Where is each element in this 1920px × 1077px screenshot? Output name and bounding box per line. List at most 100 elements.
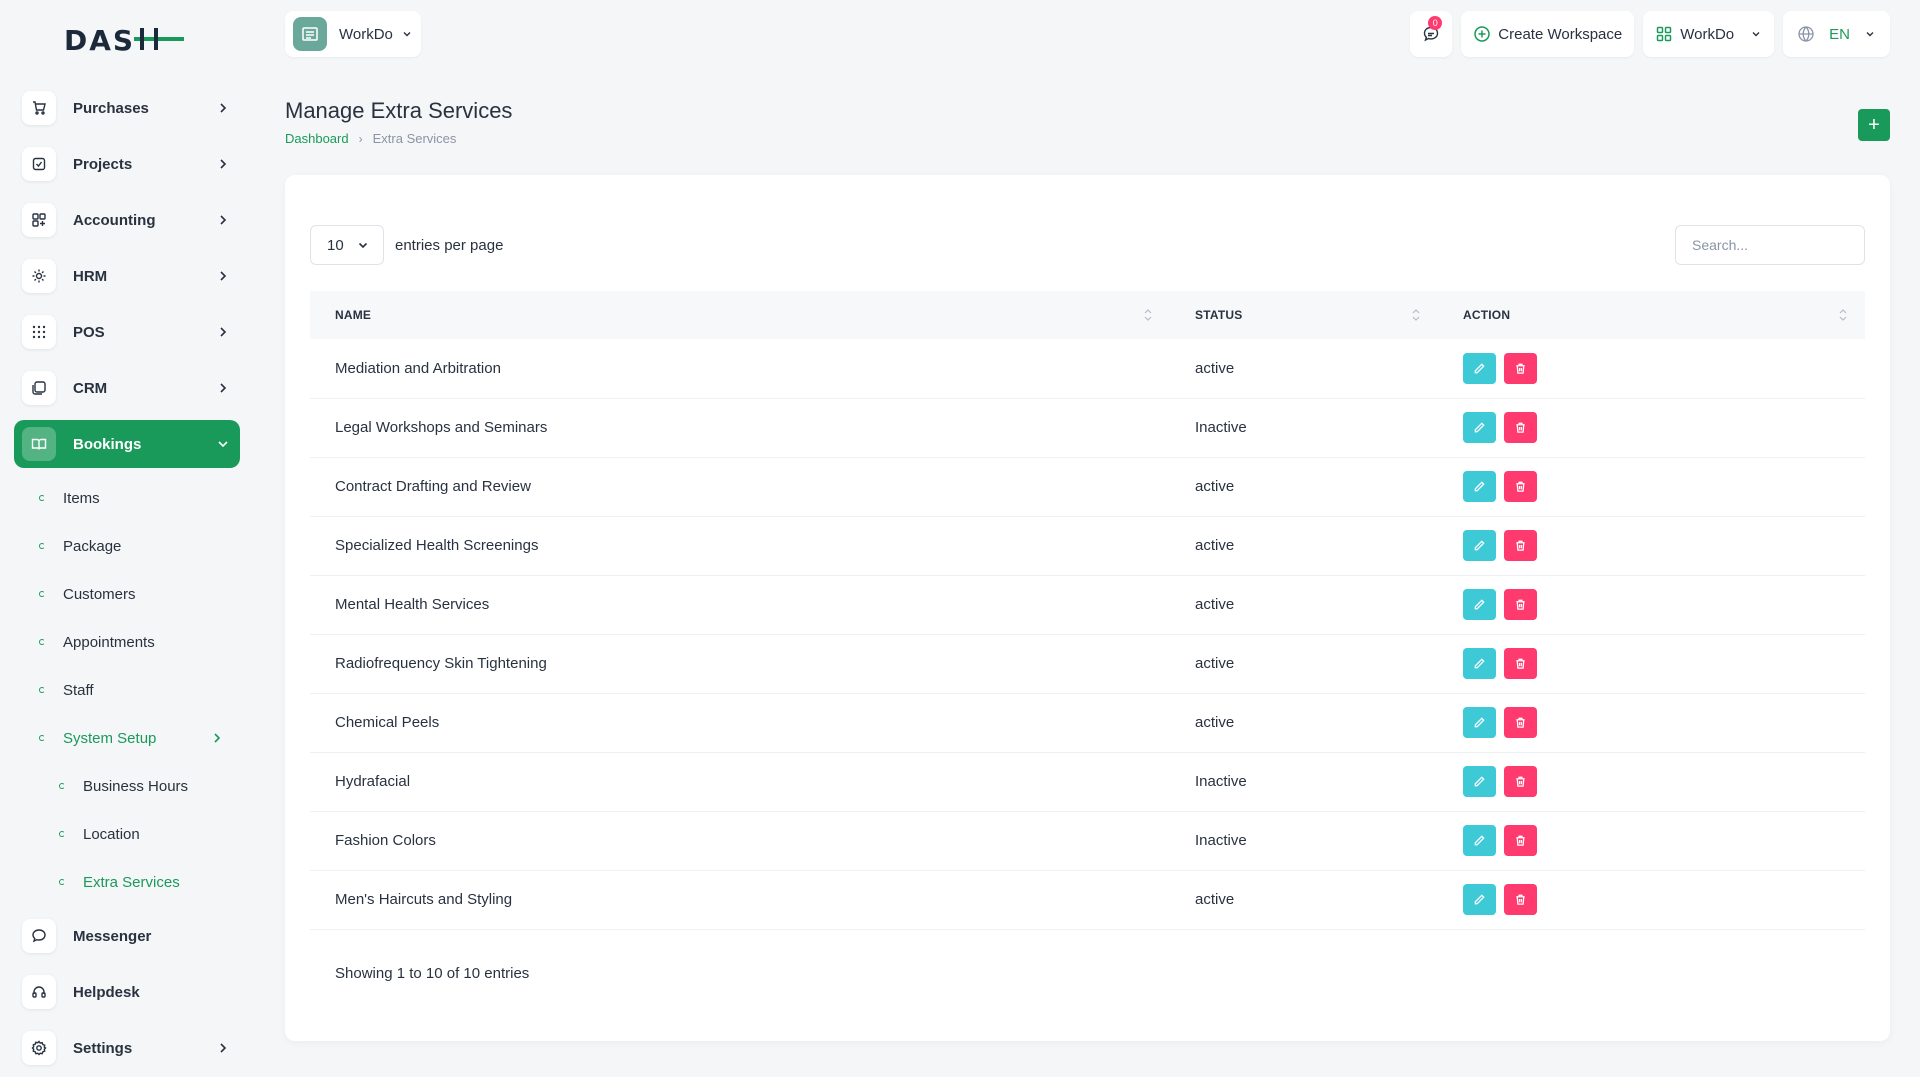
delete-button[interactable] — [1504, 530, 1537, 561]
submenu-item-system-setup[interactable]: System Setup — [14, 714, 240, 762]
submenu-item-items[interactable]: Items — [14, 474, 240, 522]
trash-icon — [1516, 894, 1525, 905]
book-icon — [22, 427, 56, 461]
delete-button[interactable] — [1504, 352, 1537, 384]
bullet-icon — [59, 879, 65, 885]
submenu-item-location[interactable]: Location — [14, 810, 240, 858]
sidebar-item-helpdesk[interactable]: Helpdesk — [14, 968, 240, 1016]
delete-button[interactable] — [1504, 766, 1537, 797]
chevron-right-icon — [220, 271, 227, 281]
edit-button[interactable] — [1463, 884, 1496, 915]
add-extra-service-button[interactable]: + — [1858, 109, 1890, 141]
breadcrumb-current: Extra Services — [372, 131, 457, 146]
sidebar-item-label: CRM — [73, 379, 108, 397]
edit-button[interactable] — [1463, 471, 1496, 502]
service-name-cell: Legal Workshops and Seminars — [335, 419, 548, 436]
sidebar-item-messenger[interactable]: Messenger — [14, 912, 240, 960]
submenu-item-staff[interactable]: Staff — [14, 666, 240, 714]
submenu-item-appointments[interactable]: Appointments — [14, 618, 240, 666]
sidebar-item-accounting[interactable]: Accounting — [14, 196, 240, 244]
sidebar-item-label: Messenger — [73, 927, 152, 945]
sidebar-item-crm[interactable]: CRM — [14, 364, 240, 412]
edit-button[interactable] — [1463, 352, 1496, 384]
submenu-item-label: Package — [63, 537, 122, 555]
column-header-status[interactable]: STATUS — [1170, 291, 1438, 339]
bullet-icon — [39, 639, 45, 645]
sidebar-item-hrm[interactable]: HRM — [14, 252, 240, 300]
sidebar-item-label: Bookings — [73, 435, 142, 453]
trash-icon — [1516, 599, 1525, 610]
submenu-item-package[interactable]: Package — [14, 522, 240, 570]
actions-cell — [1438, 870, 1865, 929]
workspace-switcher[interactable]: WorkDo — [285, 11, 421, 57]
edit-button[interactable] — [1463, 707, 1496, 738]
sort-icon — [1839, 309, 1847, 321]
delete-button[interactable] — [1504, 412, 1537, 443]
submenu-item-extra-services[interactable]: Extra Services — [14, 858, 240, 906]
chevron-right-icon — [220, 327, 227, 337]
trash-icon — [1516, 658, 1525, 669]
column-header-label: STATUS — [1195, 308, 1243, 322]
messages-button[interactable]: 0 — [1410, 11, 1453, 57]
top-bar: WorkDo 0 Create Workspace WorkDo EN — [285, 11, 1890, 57]
sidebar-item-settings[interactable]: Settings — [14, 1024, 240, 1072]
edit-button[interactable] — [1463, 589, 1496, 620]
bullet-icon — [39, 495, 45, 501]
edit-button[interactable] — [1463, 766, 1496, 797]
submenu-item-business-hours[interactable]: Business Hours — [14, 762, 240, 810]
edit-button[interactable] — [1463, 530, 1496, 561]
sort-icon — [1412, 309, 1420, 321]
delete-button[interactable] — [1504, 648, 1537, 679]
sidebar-item-projects[interactable]: Projects — [14, 140, 240, 188]
dash-logo[interactable]: DAS — [64, 24, 190, 54]
delete-button[interactable] — [1504, 825, 1537, 856]
edit-button[interactable] — [1463, 412, 1496, 443]
headset-icon — [22, 975, 56, 1009]
service-name-cell: Contract Drafting and Review — [335, 478, 531, 495]
trash-icon — [1516, 481, 1525, 492]
edit-button[interactable] — [1463, 648, 1496, 679]
page-title: Manage Extra Services — [285, 98, 513, 123]
submenu-item-customers[interactable]: Customers — [14, 570, 240, 618]
trash-icon — [1516, 540, 1525, 551]
pencil-icon — [1474, 894, 1485, 905]
edit-button[interactable] — [1463, 825, 1496, 856]
column-header-name[interactable]: NAME — [310, 291, 1170, 339]
delete-button[interactable] — [1504, 707, 1537, 738]
breadcrumb-dashboard-link[interactable]: Dashboard — [285, 131, 349, 146]
language-dropdown[interactable]: EN — [1783, 11, 1890, 57]
actions-cell — [1438, 457, 1865, 516]
create-workspace-button[interactable]: Create Workspace — [1461, 11, 1635, 57]
sidebar-item-label: HRM — [73, 267, 108, 285]
chevron-down-icon — [358, 242, 368, 249]
table-row: Hydrafacial Inactive — [310, 752, 1865, 811]
sidebar-item-label: POS — [73, 323, 105, 341]
submenu-item-label: System Setup — [63, 729, 157, 747]
sidebar-item-label: Projects — [73, 155, 133, 173]
chevron-right-icon — [220, 159, 227, 169]
delete-button[interactable] — [1504, 589, 1537, 620]
sidebar-nav: Purchases Projects Accounting HRM POS CR… — [14, 84, 240, 1077]
chevron-right-icon — [220, 103, 227, 113]
sidebar-item-pos[interactable]: POS — [14, 308, 240, 356]
breadcrumb: Dashboard › Extra Services — [285, 131, 456, 146]
column-header-action[interactable]: ACTION — [1438, 291, 1865, 339]
entries-per-page-select[interactable]: 10 — [310, 225, 384, 265]
trash-icon — [1516, 776, 1525, 787]
sidebar-item-purchases[interactable]: Purchases — [14, 84, 240, 132]
entries-per-page-label: entries per page — [395, 236, 504, 254]
top-actions: 0 Create Workspace WorkDo EN — [1410, 11, 1890, 57]
chevron-down-icon — [1752, 32, 1760, 37]
delete-button[interactable] — [1504, 884, 1537, 915]
user-workspace-dropdown[interactable]: WorkDo — [1643, 11, 1775, 57]
table-row: Mediation and Arbitration active — [310, 339, 1865, 398]
sidebar-item-bookings[interactable]: Bookings — [14, 420, 240, 468]
service-status-cell: Inactive — [1195, 832, 1247, 849]
search-input[interactable] — [1675, 225, 1865, 265]
actions-cell — [1438, 634, 1865, 693]
grid-icon — [22, 203, 56, 237]
gear-icon — [22, 1031, 56, 1065]
actions-cell — [1438, 516, 1865, 575]
delete-button[interactable] — [1504, 471, 1537, 502]
chevron-right-icon — [220, 215, 227, 225]
